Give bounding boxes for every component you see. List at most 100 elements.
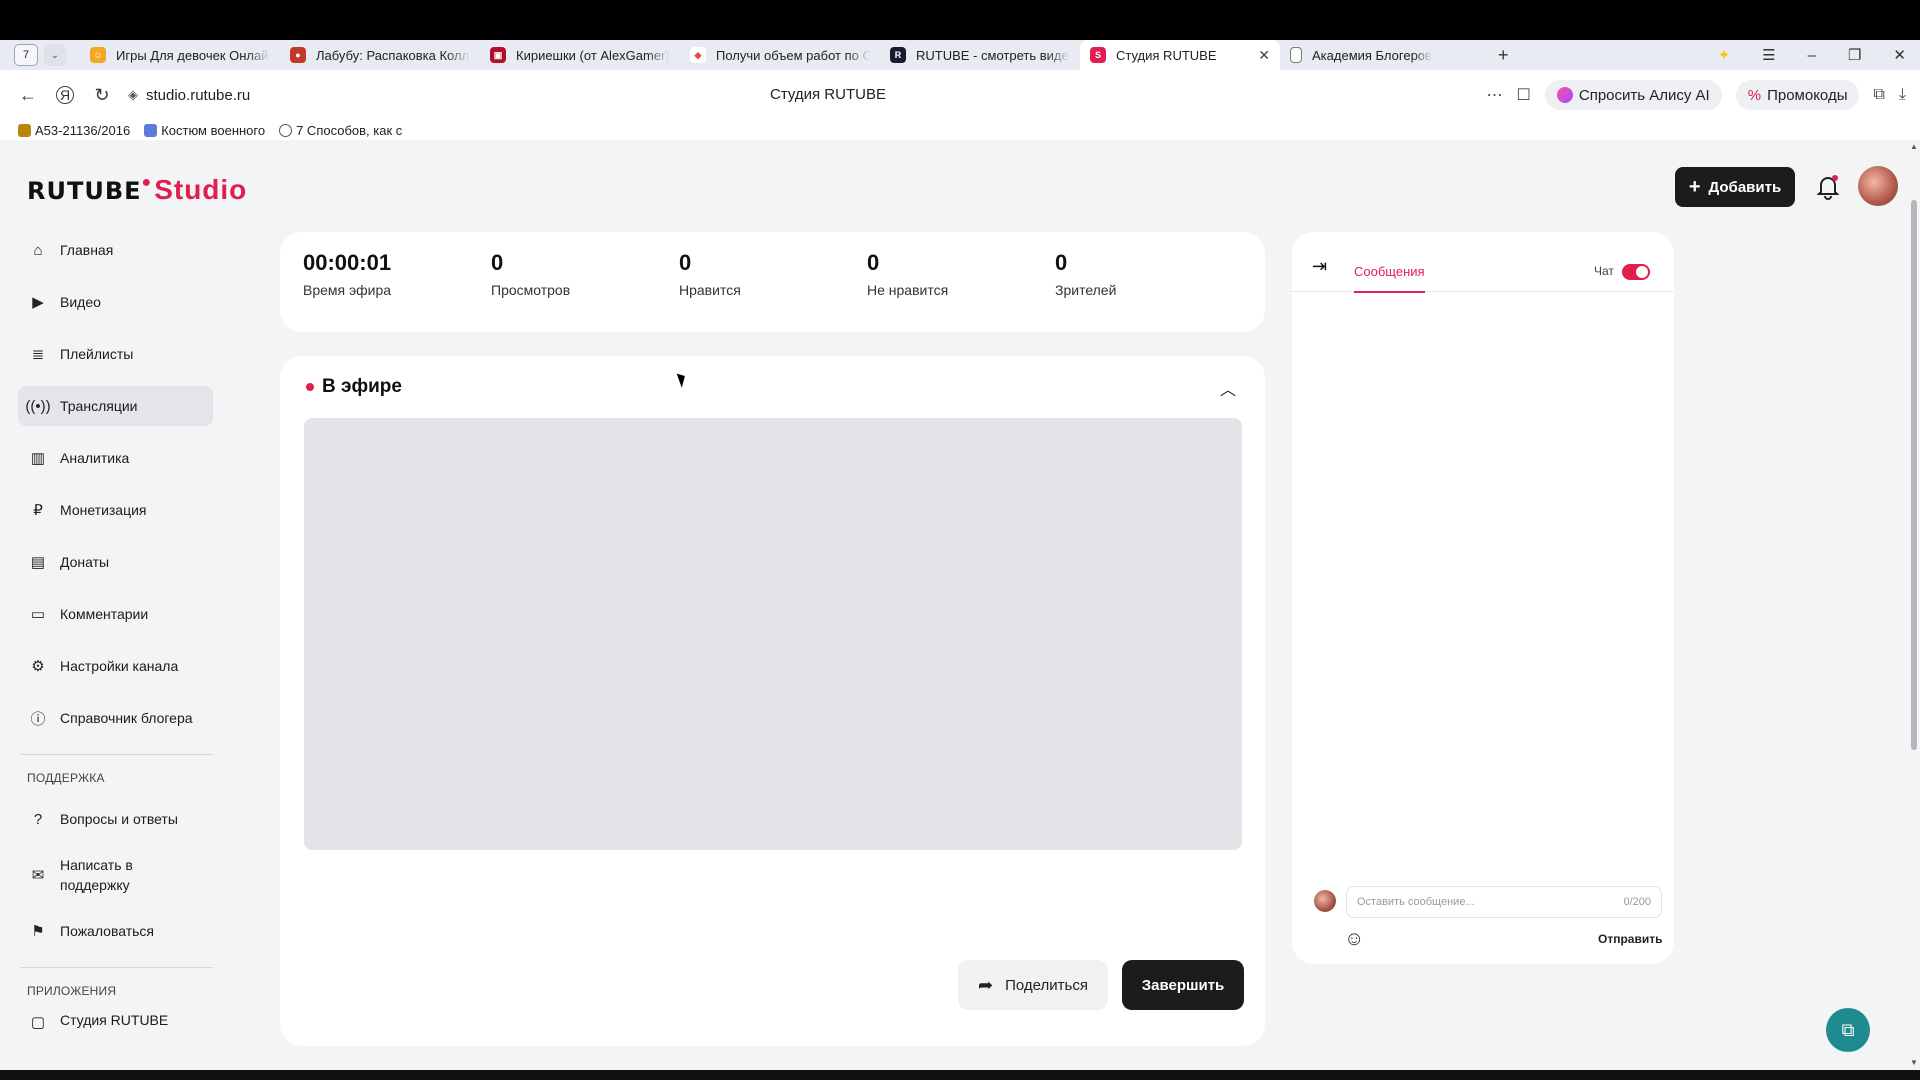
browser-tab[interactable]: R RUTUBE - смотреть видео [880,40,1080,70]
sidebar-item-comments[interactable]: ▭ Комментарии [18,594,213,634]
chevron-up-icon[interactable]: ︿ [1220,376,1236,400]
close-tab-icon[interactable]: ✕ [1258,47,1270,64]
support-chat-icon[interactable]: ⧉ [1826,1008,1870,1052]
minimize-icon[interactable]: – [1808,47,1816,64]
tab-counter[interactable]: 7 [14,44,38,66]
share-arrow-icon: ➦ [978,974,994,995]
send-button[interactable]: Отправить [1598,932,1662,946]
browser-tab-bar: 7 ⌄ ☺ Игры Для девочек Онлайн ● Лабубу: Ра… [0,40,1920,70]
chat-user-avatar [1314,890,1336,912]
tab-favicon: ▣ [490,47,506,63]
scroll-up-icon[interactable]: ▲ [1910,142,1918,151]
share-button[interactable]: ➦ Поделиться [958,960,1108,1010]
new-tab-plus-icon[interactable]: + [1498,45,1509,66]
page-scrollbar[interactable]: ▲ ▼ [1908,140,1920,1070]
restore-icon[interactable]: ❐ [1848,46,1861,64]
yandex-icon[interactable]: Я [56,86,74,104]
stat-views: 0 Просмотров [491,250,571,298]
video-player[interactable] [304,418,1242,850]
sidebar-item-contact-support[interactable]: ✉ Написать в поддержку [18,851,213,899]
message-input[interactable]: Оставить сообщение... 0/200 [1346,886,1662,918]
wallet-icon: ▤ [30,554,46,571]
bell-icon[interactable] [1816,174,1840,200]
more-dots-icon[interactable]: ⋯ [1487,85,1503,105]
sidebar-item-channel-settings[interactable]: ⚙ Настройки канала [18,646,213,686]
percent-icon: % [1747,86,1762,104]
question-icon: ? [33,810,43,828]
back-arrow-icon[interactable]: ← [18,85,38,105]
sidebar-item-broadcasts[interactable]: ((•)) Трансляции [18,386,213,426]
tab-messages[interactable]: Сообщения [1354,264,1425,293]
chat-toggle[interactable] [1622,264,1650,280]
info-icon: ⓘ [30,710,46,728]
browser-tab[interactable]: ☺ Игры Для девочек Онлайн [80,40,280,70]
user-avatar[interactable] [1858,166,1898,206]
sparkle-icon[interactable]: ✦ [1718,46,1731,64]
sidebar-item-donations[interactable]: ▤ Донаты [18,542,213,582]
sidebar-item-monetization[interactable]: ₽ Монетизация [18,490,213,530]
document-icon [1290,47,1302,63]
add-button[interactable]: + Добавить [1675,167,1795,207]
tab-favicon: ◆ [690,47,706,63]
rutube-studio-logo[interactable]: RUTUBE ● Studio [27,174,247,206]
studio-header: RUTUBE ● Studio + Добавить [0,140,1908,230]
collections-icon[interactable]: ⧉ [1873,86,1884,104]
app-icon [144,123,158,137]
browser-tab[interactable]: Академия Блогеров [1280,40,1480,70]
tab-favicon: ☺ [90,47,106,63]
url-field[interactable]: ◈ studio.rutube.ru [128,87,250,104]
promo-codes-button[interactable]: % Промокоды [1735,80,1860,110]
sidebar-item-video[interactable]: ▶ Видео [18,282,213,322]
live-title: В эфире [306,376,402,398]
stat-dislikes: 0 Не нравится [867,250,949,298]
broadcast-icon: ((•)) [25,397,51,415]
char-counter: 0/200 [1623,896,1651,908]
end-stream-button[interactable]: Завершить [1122,960,1244,1010]
reload-icon[interactable]: ↻ [92,85,112,105]
flag-icon: ⚑ [31,923,45,940]
bookmark-item[interactable]: Костюм военного [144,123,265,138]
live-indicator-dot [306,383,314,391]
support-heading: ПОДДЕРЖКА [27,771,105,785]
gear-icon: ⚙ [31,658,45,675]
browser-tab[interactable]: ◆ Получи объем работ по С [680,40,880,70]
scroll-down-icon[interactable]: ▼ [1910,1058,1918,1067]
sidebar-item-playlists[interactable]: ≣ Плейлисты [18,334,213,374]
bottom-screen-border [0,1070,1920,1080]
app-icon: ▢ [30,1014,46,1031]
browser-tab[interactable]: ●Лабубу: Распаковка Коллекции [280,40,480,70]
tab-favicon: R [890,47,906,63]
close-window-icon[interactable]: ✕ [1893,46,1906,64]
video-icon: ▶ [32,294,44,311]
ask-alice-button[interactable]: Спросить Алису AI [1544,80,1722,110]
bookmark-item[interactable]: 7 Способов, как с [279,123,402,138]
bookmark-item[interactable]: А53-21136/2016 [18,123,130,138]
chat-header: ⇥ Сообщения Чат [1292,232,1674,293]
scroll-thumb[interactable] [1911,200,1917,750]
tab-list-chevron-icon[interactable]: ⌄ [44,44,66,66]
address-bar: ← Я ↻ ◈ studio.rutube.ru Студия RUTUBE ⋯… [0,70,1920,120]
sidebar-item-analytics[interactable]: ▥ Аналитика [18,438,213,478]
stat-air-time: 00:00:01 Время эфира [303,250,392,298]
sidebar-item-app[interactable]: ▢ Студия RUTUBE [18,1012,213,1036]
sidebar-item-faq[interactable]: ? Вопросы и ответы [18,799,213,839]
bookmark-icon[interactable]: ☐ [1517,85,1531,105]
sidebar: ⌂ Главная ▶ Видео ≣ Плейлисты ((•)) Трансляц… [18,230,213,1048]
sidebar-divider [20,754,213,755]
download-icon[interactable]: ⤓ [1899,86,1906,104]
chat-toggle-label: Чат [1594,264,1614,278]
sidebar-item-blogger-guide[interactable]: ⓘ Справочник блогера [18,698,213,738]
browser-tab[interactable]: ▣ Кириешки (от AlexGamer) [480,40,680,70]
ruble-icon: ₽ [33,502,43,519]
emoji-icon[interactable]: ☺ [1344,928,1364,951]
sidebar-item-home[interactable]: ⌂ Главная [18,230,213,270]
plus-icon: + [1688,175,1701,198]
menu-icon[interactable]: ☰ [1762,46,1775,64]
stats-card: 00:00:01 Время эфира 0 Просмотров 0 Нрав… [280,232,1265,332]
top-screen-border [0,0,1920,40]
studio-page: RUTUBE ● Studio + Добавить ⌂ Главная ▶ Вид… [0,140,1920,1070]
sidebar-item-report[interactable]: ⚑ Пожаловаться [18,911,213,951]
collapse-panel-icon[interactable]: ⇥ [1312,256,1327,277]
chat-panel: ⇥ Сообщения Чат Оставить сообщение... 0/… [1292,232,1674,964]
browser-tab-active[interactable]: S Студия RUTUBE ✕ [1080,40,1280,70]
